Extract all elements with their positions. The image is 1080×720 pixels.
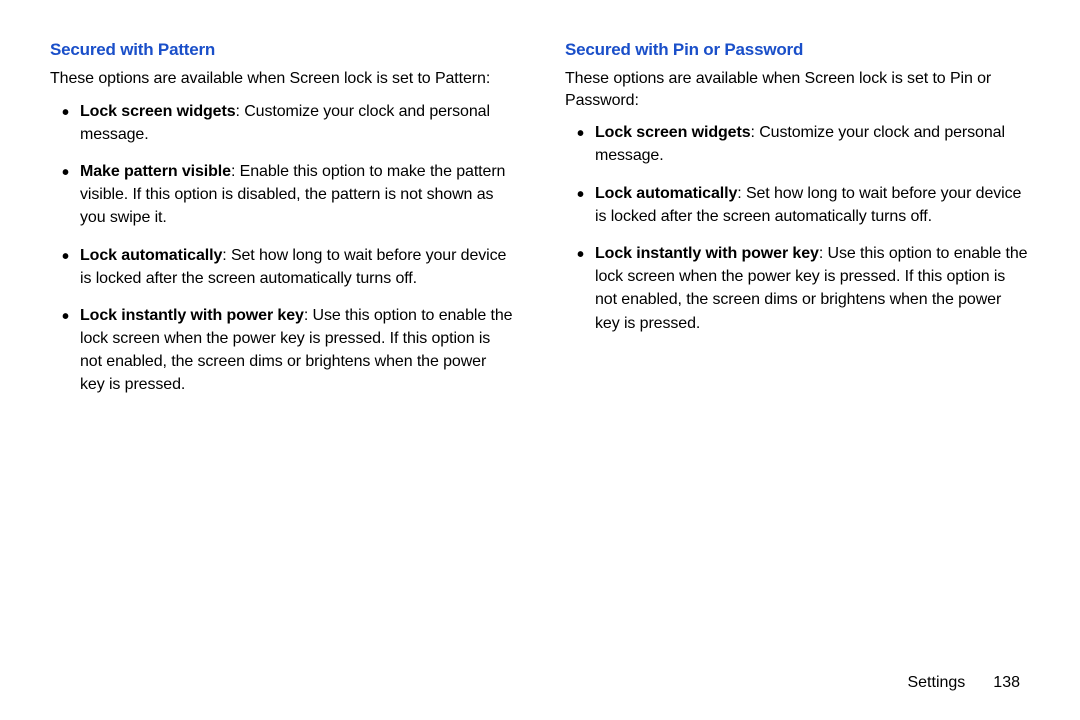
- page-footer: Settings 138: [907, 674, 1020, 692]
- item-label: Lock instantly with power key: [595, 245, 819, 262]
- pin-list: Lock screen widgets: Customize your cloc…: [565, 121, 1030, 335]
- item-label: Lock automatically: [595, 185, 737, 202]
- item-label: Lock automatically: [80, 247, 222, 264]
- item-label: Lock instantly with power key: [80, 307, 304, 324]
- pattern-list: Lock screen widgets: Customize your cloc…: [50, 100, 515, 397]
- item-label: Lock screen widgets: [595, 124, 751, 141]
- two-column-layout: Secured with Pattern These options are a…: [50, 40, 1030, 411]
- list-item: Lock automatically: Set how long to wait…: [66, 244, 515, 290]
- footer-section: Settings: [907, 674, 965, 691]
- list-item: Lock instantly with power key: Use this …: [66, 304, 515, 397]
- right-column: Secured with Pin or Password These optio…: [565, 40, 1030, 411]
- list-item: Lock instantly with power key: Use this …: [581, 242, 1030, 335]
- item-label: Lock screen widgets: [80, 103, 236, 120]
- list-item: Lock automatically: Set how long to wait…: [581, 182, 1030, 228]
- item-label: Make pattern visible: [80, 163, 231, 180]
- pin-intro: These options are available when Screen …: [565, 68, 1030, 111]
- pattern-intro: These options are available when Screen …: [50, 68, 515, 90]
- list-item: Lock screen widgets: Customize your cloc…: [66, 100, 515, 146]
- pin-heading: Secured with Pin or Password: [565, 40, 1030, 60]
- list-item: Lock screen widgets: Customize your cloc…: [581, 121, 1030, 167]
- left-column: Secured with Pattern These options are a…: [50, 40, 515, 411]
- footer-page-number: 138: [993, 674, 1020, 691]
- pattern-heading: Secured with Pattern: [50, 40, 515, 60]
- list-item: Make pattern visible: Enable this option…: [66, 160, 515, 230]
